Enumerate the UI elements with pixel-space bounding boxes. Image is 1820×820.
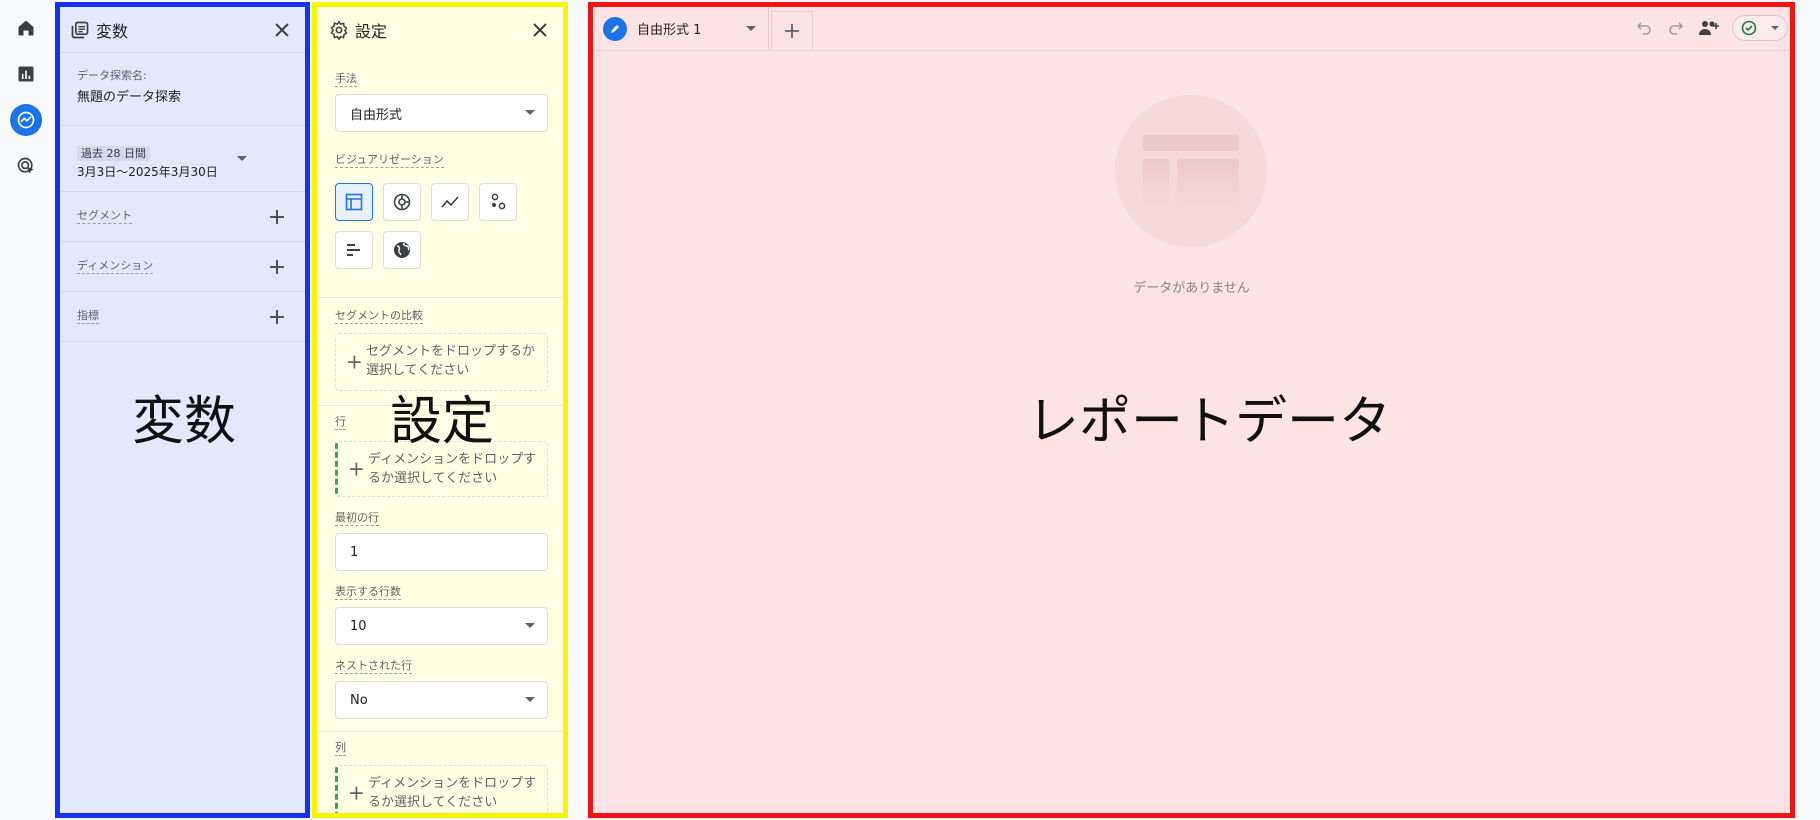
date-range-badge: 過去 28 日間 [77,146,150,161]
table-viz-button[interactable] [335,183,373,221]
add-segment-icon[interactable] [269,209,285,225]
close-icon[interactable] [529,19,551,41]
reports-icon[interactable] [10,58,42,90]
variables-overlay-label: 変数 [132,392,237,452]
dimensions-section: ディメンション [60,242,305,292]
show-rows-select[interactable]: 10 [335,607,548,645]
visualization-label: ビジュアリゼーション [335,153,444,168]
nested-rows-label: ネストされた行 [335,659,412,674]
tab-bar: 自由形式 1 [593,7,1790,51]
technique-label: 手法 [335,72,357,87]
settings-header: 設定 [317,7,563,53]
scatter-chart-icon [491,193,506,210]
pencil-icon[interactable] [603,16,627,41]
close-icon[interactable] [271,19,293,41]
bar-chart-icon [347,244,360,256]
gear-icon [330,20,348,40]
plus-icon: + [348,780,365,805]
scatter-viz-button[interactable] [479,183,517,221]
undo-icon[interactable] [1633,17,1655,39]
variables-panel: 変数 データ探索名: 無題のデータ探索 過去 28 日間 3月3日～2025年3… [55,2,310,818]
status-menu-button[interactable] [1732,15,1788,41]
geo-viz-button[interactable] [383,231,421,269]
segments-label: セグメント [77,209,132,224]
metrics-label: 指標 [77,309,99,324]
explore-icon[interactable] [10,104,42,136]
globe-icon [394,242,410,258]
technique-select[interactable]: 自由形式 [335,94,548,132]
donut-viz-button[interactable] [383,183,421,221]
settings-overlay-label: 設定 [390,392,495,452]
date-range-selector[interactable]: 過去 28 日間 3月3日～2025年3月30日 [60,126,305,192]
tab-label: 自由形式 1 [637,23,702,38]
empty-table-icon [1143,135,1239,211]
columns-drop-text: ディメンションをドロップするか選択してください [368,776,537,810]
metrics-section: 指標 [60,292,305,342]
segment-compare-label: セグメントの比較 [335,309,423,324]
report-overlay-label: レポートデータ [1027,392,1392,452]
advertising-icon[interactable] [10,150,42,182]
technique-value: 自由形式 [350,107,403,123]
library-icon [71,21,89,38]
first-row-value: 1 [350,544,359,560]
plus-icon: + [346,349,363,374]
first-row-label: 最初の行 [335,511,379,526]
rows-drop-text: ディメンションをドロップするか選択してください [368,452,537,486]
donut-chart-icon [393,193,411,211]
bar-viz-button[interactable] [335,231,373,269]
exploration-name-label: データ探索名: [77,69,147,82]
nested-rows-value: No [350,692,368,708]
segments-section: セグメント [60,192,305,242]
chevron-down-icon [525,110,535,115]
add-metric-icon[interactable] [269,309,285,325]
settings-panel: 設定 手法 自由形式 ビジュアリゼーション セグメントの比較 + セグメントをド… [312,2,568,818]
date-range-text: 3月3日～2025年3月30日 [77,165,218,179]
home-icon[interactable] [10,12,42,44]
chevron-down-icon [525,697,535,702]
plus-icon [785,23,799,38]
add-dimension-icon[interactable] [269,259,285,275]
show-rows-label: 表示する行数 [335,585,401,600]
columns-label: 列 [335,741,346,756]
report-panel: 自由形式 1 データがありません レポートデータ [588,2,1795,818]
empty-state-illustration [1115,95,1267,247]
share-user-icon[interactable] [1698,17,1720,39]
exploration-name-section[interactable]: データ探索名: 無題のデータ探索 [60,53,305,126]
settings-title: 設定 [355,22,388,41]
add-tab-button[interactable] [771,11,813,49]
divider [317,297,563,298]
left-nav-rail [0,0,54,820]
plus-icon: + [348,456,365,481]
divider [317,731,563,732]
rows-label: 行 [335,415,346,430]
chevron-down-icon[interactable] [746,26,756,31]
check-circle-icon [1741,20,1757,36]
chevron-down-icon [1771,26,1779,30]
tab-freeform-1[interactable]: 自由形式 1 [593,7,769,50]
chevron-down-icon[interactable] [237,156,247,161]
variables-header: 変数 [60,7,305,53]
exploration-name-value[interactable]: 無題のデータ探索 [77,86,288,105]
segment-drop-text: セグメントをドロップするか選択してください [366,344,536,378]
table-icon [345,193,363,211]
nested-rows-select[interactable]: No [335,681,548,719]
first-row-input[interactable]: 1 [335,533,548,571]
show-rows-value: 10 [350,618,367,634]
line-viz-button[interactable] [431,183,469,221]
columns-drop-zone[interactable]: + ディメンションをドロップするか選択してください [335,765,548,813]
chevron-down-icon [525,623,535,628]
redo-icon[interactable] [1665,17,1687,39]
empty-state-text: データがありません [1133,281,1250,296]
dimensions-label: ディメンション [77,259,154,274]
line-chart-icon [441,196,459,208]
variables-title: 変数 [96,21,129,41]
